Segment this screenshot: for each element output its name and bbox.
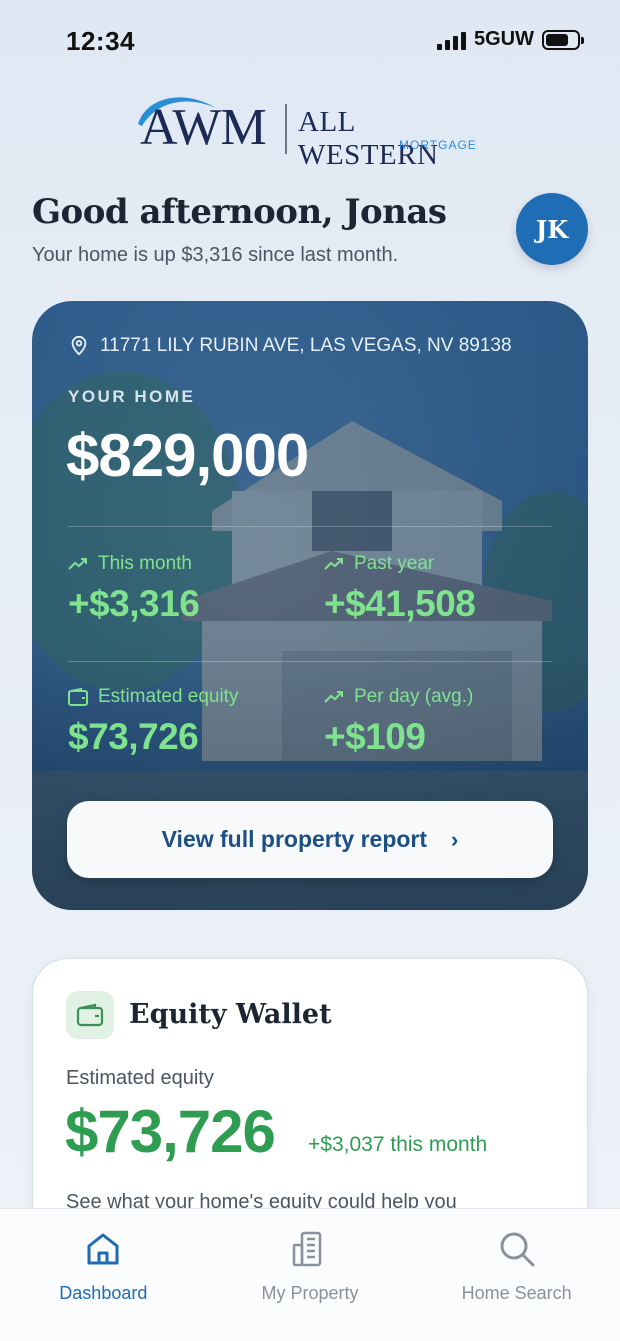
chevron-right-icon: › [451, 826, 459, 852]
home-value: $829,000 [66, 422, 309, 489]
status-bar: 12:34 5GUW [0, 0, 620, 80]
greeting-title: Good afternoon, Jonas [32, 192, 447, 232]
stat-this-month: This month +$3,316 [68, 553, 200, 625]
tab-my-property[interactable]: My Property [207, 1209, 414, 1341]
search-icon [500, 1232, 535, 1267]
view-report-button[interactable]: View full property report › [67, 801, 553, 878]
equity-value: $73,726 [65, 1098, 276, 1165]
battery-icon [542, 29, 584, 50]
card-content: 11771 LILY RUBIN AVE, LAS VEGAS, NV 8913… [32, 301, 588, 910]
stat-label: This month [98, 553, 192, 574]
equity-change: +$3,037 this month [308, 1133, 488, 1156]
greeting-subtitle: Your home is up $3,316 since last month. [32, 244, 399, 266]
stat-label: Estimated equity [98, 686, 239, 707]
stat-value: +$41,508 [324, 583, 476, 624]
brand-logo: AWM ALL WESTERN MORTGAGE [132, 88, 492, 171]
tab-label: Home Search [461, 1283, 572, 1303]
stat-estimated-equity: Estimated equity $73,726 [68, 686, 238, 758]
home-icon [87, 1233, 119, 1265]
wallet-icon [68, 688, 88, 706]
home-value-card: 11771 LILY RUBIN AVE, LAS VEGAS, NV 8913… [32, 301, 588, 910]
stat-label: Per day (avg.) [354, 686, 474, 707]
tab-label: My Property [261, 1283, 359, 1303]
building-icon [292, 1231, 322, 1267]
stat-value: +$3,316 [68, 583, 200, 624]
stats-divider [68, 526, 552, 527]
logo-mark: AWM [140, 99, 267, 156]
tab-dashboard[interactable]: Dashboard [0, 1209, 207, 1341]
your-home-label: YOUR HOME [68, 387, 196, 406]
wallet-badge [66, 991, 114, 1039]
equity-label: Estimated equity [66, 1067, 214, 1089]
stat-value: $73,726 [68, 716, 199, 757]
bottom-tab-bar: Dashboard My Property Home Search [0, 1208, 620, 1341]
trend-up-icon [68, 558, 87, 570]
stat-per-day: Per day (avg.) +$109 [324, 686, 473, 758]
trend-up-icon [324, 691, 343, 703]
stat-value: +$109 [324, 716, 426, 757]
signal-icon [437, 30, 466, 50]
network-label: 5GUW [474, 28, 534, 50]
status-indicators: 5GUW [437, 28, 584, 51]
logo-divider [285, 104, 287, 154]
property-address: 11771 LILY RUBIN AVE, LAS VEGAS, NV 8913… [68, 335, 512, 357]
logo-subtitle: MORTGAGE [399, 138, 477, 152]
stat-past-year: Past year +$41,508 [324, 553, 476, 625]
tab-home-search[interactable]: Home Search [413, 1209, 620, 1341]
stats-divider [68, 661, 552, 662]
tab-label: Dashboard [59, 1283, 148, 1303]
view-report-label: View full property report [161, 826, 428, 852]
stat-label: Past year [354, 553, 435, 574]
location-pin-icon [71, 335, 87, 356]
trend-up-icon [324, 558, 343, 570]
status-time: 12:34 [66, 26, 135, 56]
avatar[interactable]: JK [516, 193, 588, 265]
equity-wallet-title: Equity Wallet [129, 999, 332, 1030]
wallet-icon [76, 1003, 104, 1027]
address-text: 11771 LILY RUBIN AVE, LAS VEGAS, NV 8913… [100, 335, 512, 356]
